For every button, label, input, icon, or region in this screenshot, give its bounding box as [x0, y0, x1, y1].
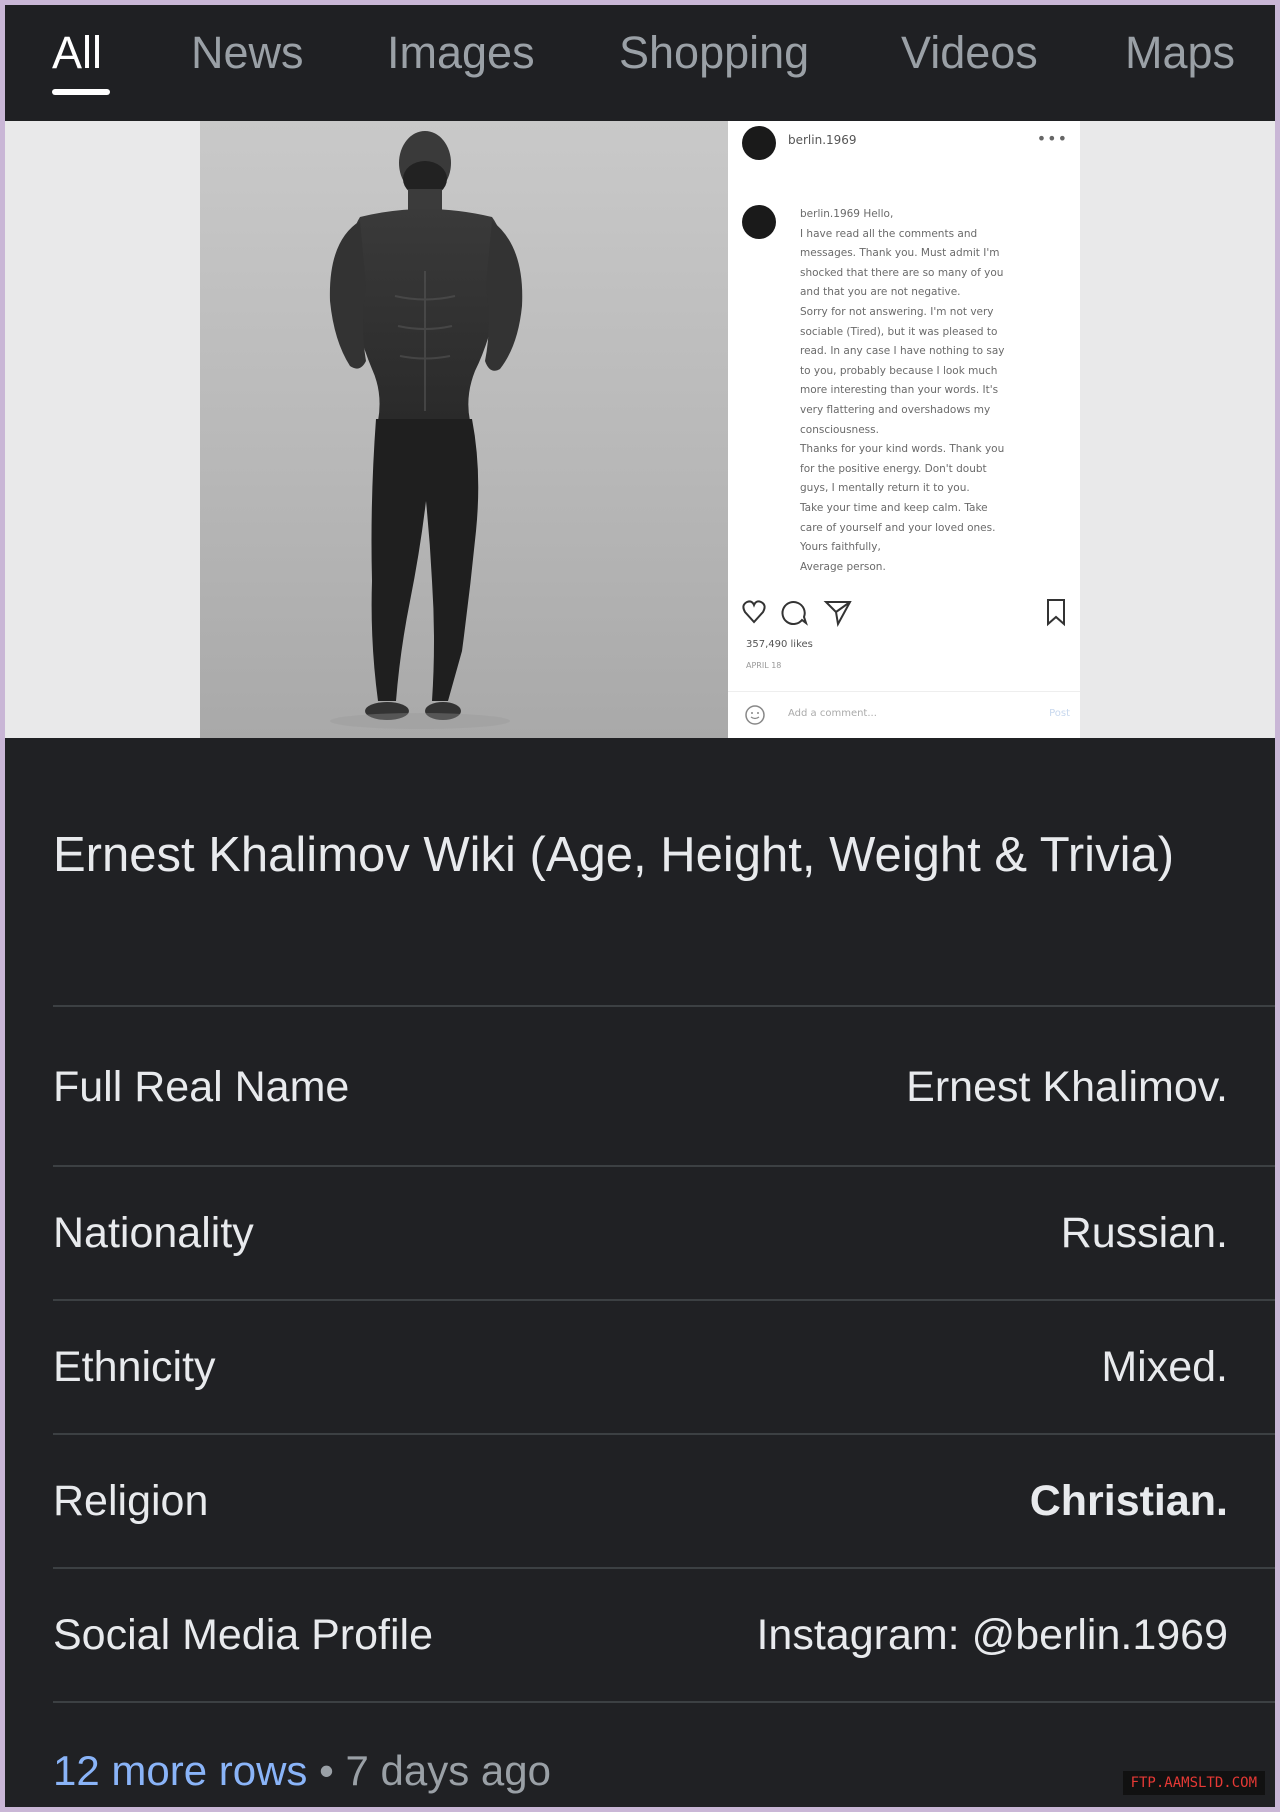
comment-icon [781, 601, 808, 626]
search-results-frame: All News Images Shopping Videos Maps ber… [5, 5, 1275, 1807]
more-rows-line: 12 more rows • 7 days ago [53, 1747, 551, 1795]
table-divider [53, 1701, 1275, 1705]
bookmark-icon [1047, 599, 1065, 627]
watermark-logo: FTP.AAMSLTD.COM [1122, 1771, 1265, 1795]
row-value[interactable]: Instagram: @berlin.1969 [756, 1611, 1228, 1660]
row-value: Ernest Khalimov. [906, 1063, 1228, 1111]
man-silhouette-image [329, 131, 523, 729]
avatar [742, 126, 776, 160]
post-time: APRIL 18 [746, 661, 782, 670]
instagram-username[interactable]: berlin.1969 [788, 133, 857, 147]
table-row: Ethnicity Mixed. [53, 1299, 1275, 1435]
row-value: Mixed. [1101, 1343, 1228, 1391]
tab-maps[interactable]: Maps [1125, 23, 1235, 83]
row-label: Full Real Name [53, 1063, 350, 1111]
result-image-strip[interactable]: berlin.1969 ••• berlin.1969 Hello, I hav… [5, 121, 1275, 738]
instagram-caption: berlin.1969 Hello, I have read all the c… [800, 208, 1005, 573]
table-row: Religion Christian. [53, 1433, 1275, 1569]
table-row: Social Media Profile Instagram: @berlin.… [53, 1567, 1275, 1703]
row-label: Nationality [53, 1209, 254, 1257]
tab-videos[interactable]: Videos [901, 23, 1038, 83]
post-actions [742, 597, 1072, 628]
tab-images[interactable]: Images [387, 23, 535, 83]
instagram-post-card[interactable]: berlin.1969 ••• berlin.1969 Hello, I hav… [728, 121, 1080, 738]
post-comment-button[interactable]: Post [1049, 708, 1070, 719]
likes-count: 357,490 likes [746, 639, 813, 650]
more-options-icon[interactable]: ••• [1037, 129, 1068, 148]
more-rows-link[interactable]: 12 more rows [53, 1747, 307, 1794]
separator-dot: • [319, 1747, 334, 1794]
search-tabs: All News Images Shopping Videos Maps [5, 5, 1275, 121]
row-label: Religion [53, 1477, 209, 1525]
result-date: 7 days ago [345, 1747, 551, 1794]
table-row: Nationality Russian. [53, 1165, 1275, 1301]
row-label: Social Media Profile [53, 1611, 434, 1659]
share-icon [823, 601, 852, 628]
row-label: Ethnicity [53, 1343, 216, 1391]
tab-shopping[interactable]: Shopping [619, 23, 809, 83]
caption-avatar [742, 205, 776, 239]
comment-input[interactable]: Add a comment... [788, 708, 877, 719]
result-title[interactable]: Ernest Khalimov Wiki (Age, Height, Weigh… [53, 823, 1233, 887]
row-value: Christian. [1029, 1477, 1228, 1525]
add-comment-row[interactable]: Add a comment... Post [728, 691, 1080, 738]
tab-news[interactable]: News [191, 23, 304, 83]
row-value: Russian. [1060, 1209, 1228, 1257]
tab-all[interactable]: All [52, 23, 102, 83]
table-row: Full Real Name Ernest Khalimov. [53, 1005, 1275, 1167]
active-tab-indicator [52, 89, 110, 95]
emoji-icon[interactable] [744, 704, 766, 726]
heart-icon [742, 600, 766, 624]
man-photo[interactable] [200, 121, 728, 738]
